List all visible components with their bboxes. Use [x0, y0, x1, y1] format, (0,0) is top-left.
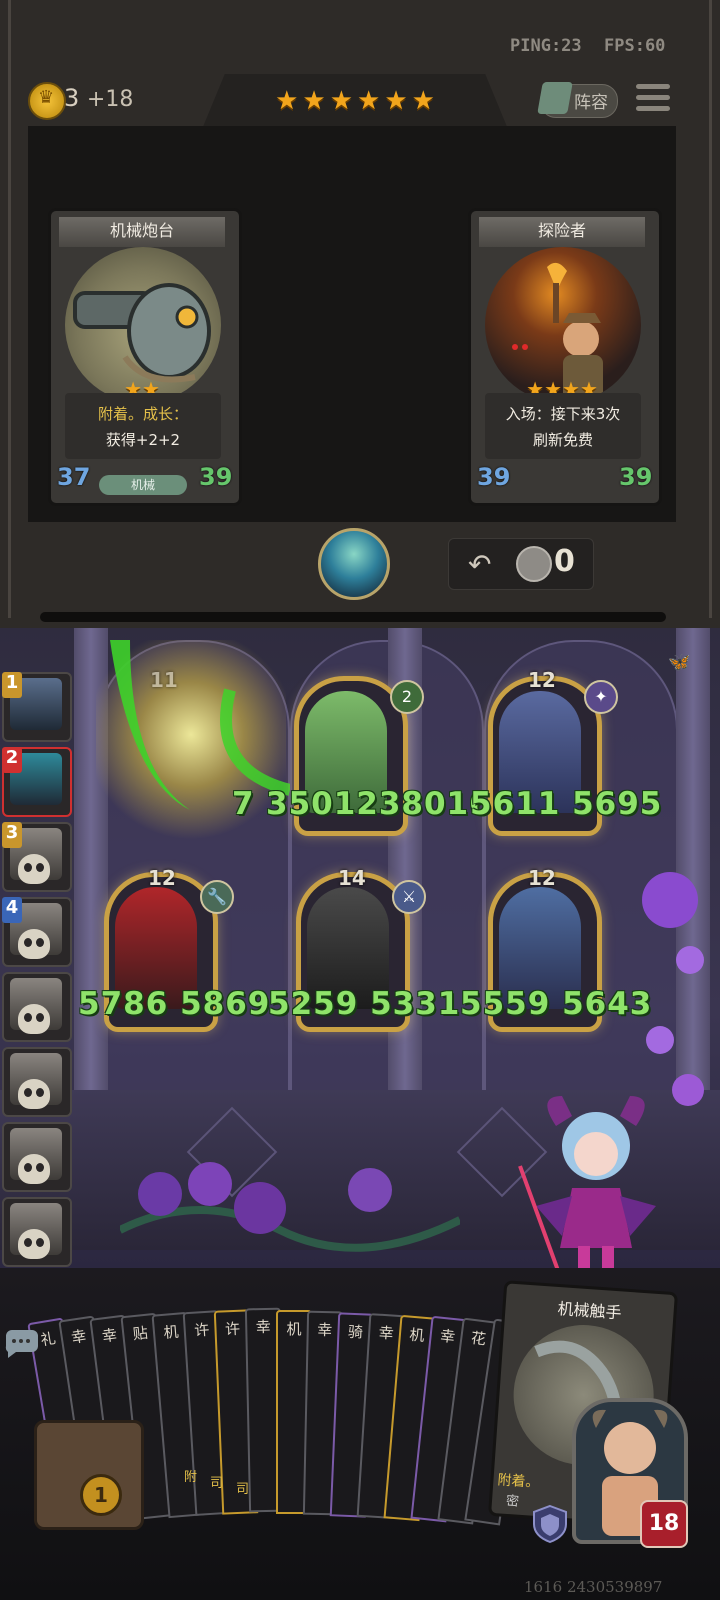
- rank-slot[interactable]: [2, 1122, 72, 1192]
- card-name: 探险者: [537, 221, 586, 240]
- wrench-badge-icon: 🔧: [200, 880, 234, 914]
- lineup-label: 阵容: [574, 93, 608, 113]
- fps-readout: FPS:60: [604, 36, 666, 56]
- rank-slot[interactable]: 3: [2, 822, 72, 892]
- gold-display: 3 +18: [64, 84, 133, 112]
- card-attack: 39: [477, 463, 511, 491]
- tier-star-icon: ★: [302, 86, 326, 116]
- shop-card[interactable]: 探险者 ★★★★ 入场：接下来3次 刷新免费 39 39: [468, 208, 662, 506]
- player-health: 18: [640, 1500, 688, 1548]
- card-health: 39: [199, 463, 233, 491]
- gold-income: +18: [86, 87, 134, 112]
- rank-slot[interactable]: 1: [2, 672, 72, 742]
- damage-number: 5786 5869: [78, 986, 271, 1022]
- card-health: 39: [619, 463, 653, 491]
- star-badge-icon: ✦: [584, 680, 618, 714]
- damage-number: 5559 5643: [460, 986, 653, 1022]
- hand-card-label: 幸: [317, 1320, 333, 1340]
- damage-number: 5611 5695: [470, 786, 663, 822]
- chat-icon[interactable]: [2, 1324, 42, 1360]
- hand-card-label: 幸: [255, 1317, 271, 1337]
- partial-damage-number: 7: [232, 786, 255, 822]
- shield-icon: [533, 1504, 567, 1544]
- skull-icon: [18, 1004, 50, 1034]
- refresh-icon: ↶: [468, 548, 492, 581]
- chest-count-badge: 1: [80, 1474, 122, 1516]
- card-desc-fragment: 密: [505, 1493, 520, 1510]
- minion-level: 12: [148, 866, 176, 890]
- rank-slot[interactable]: [2, 1197, 72, 1267]
- rank-number: 2: [2, 747, 22, 773]
- skull-icon: [18, 1154, 50, 1184]
- panel-divider: [40, 612, 666, 622]
- gold-amount: 3: [64, 84, 80, 112]
- hand-card-fragment: 司: [236, 1482, 250, 1497]
- rank-number: 4: [2, 897, 22, 923]
- rank-number: 1: [2, 672, 22, 698]
- hero-portrait[interactable]: [318, 528, 390, 600]
- card-desc-box: 附着。成长： 获得+2+2: [65, 393, 221, 459]
- minion-level: 12: [528, 668, 556, 692]
- hand-card-label: 机: [286, 1319, 302, 1338]
- minion-tribe-badge: 2: [390, 680, 424, 714]
- lineup-card-icon: [537, 82, 573, 114]
- hand-card-label: 许: [224, 1319, 241, 1338]
- sword-badge-icon: ⚔: [392, 880, 426, 914]
- tier-star-icon: ★: [329, 86, 353, 116]
- hand-card-fragment: 司: [210, 1476, 224, 1491]
- tavern-tier-tab: ★ ★ ★ ★ ★ ★: [200, 74, 510, 134]
- shop-card[interactable]: 机械炮台 ★★ 附着。成长： 获得+2+2 37 机械 39: [48, 208, 242, 506]
- rose-vines: [120, 1162, 460, 1252]
- card-attack: 37: [57, 463, 91, 491]
- damage-number: 3501238016: [266, 786, 492, 822]
- rank-slot[interactable]: [2, 972, 72, 1042]
- damage-number: 5259 5331: [268, 986, 461, 1022]
- minion-level: 12: [528, 866, 556, 890]
- green-slash-effect: [110, 640, 290, 810]
- tavern-tier-stars: ★ ★ ★ ★ ★ ★: [200, 86, 510, 116]
- tier-star-icon: ★: [357, 86, 381, 116]
- card-tribe: 机械: [99, 475, 187, 495]
- skull-icon: [18, 1229, 50, 1259]
- rank-slot[interactable]: [2, 1047, 72, 1117]
- tier-star-icon: ★: [411, 86, 435, 116]
- skull-icon: [18, 1079, 50, 1109]
- rank-slot[interactable]: 2: [2, 747, 72, 817]
- tier-star-icon: ★: [384, 86, 408, 116]
- tier-star-icon: ★: [275, 86, 299, 116]
- card-desc-line1: 入场：接下来3次: [505, 405, 621, 423]
- card-desc-line1: 附着。成长：: [97, 405, 188, 423]
- butterfly-icon: 🦋: [668, 652, 691, 673]
- refresh-cost: 0: [554, 544, 575, 579]
- skull-icon: [18, 929, 50, 959]
- card-desc: 附着。: [496, 1472, 540, 1492]
- gold-crown-icon: [28, 82, 66, 120]
- card-name: 机械炮台: [109, 221, 174, 240]
- opponent-hero-figure: [518, 1096, 656, 1286]
- rank-number: 3: [2, 822, 22, 848]
- footer-id: 1616 2430539897: [524, 1578, 663, 1596]
- minion-level: 11: [150, 668, 178, 692]
- rank-slot[interactable]: 4: [2, 897, 72, 967]
- coin-icon: [516, 546, 552, 582]
- minion-level: 14: [338, 866, 366, 890]
- menu-icon[interactable]: [636, 84, 670, 118]
- card-desc-line2: 获得+2+2: [105, 431, 181, 449]
- hand-card-fragment: 附: [184, 1470, 198, 1485]
- ping-readout: PING:23: [510, 36, 582, 56]
- treasure-chest-icon[interactable]: [34, 1420, 144, 1530]
- skull-icon: [18, 854, 50, 884]
- card-desc-box: 入场：接下来3次 刷新免费: [485, 393, 641, 459]
- card-desc-line2: 刷新免费: [532, 431, 593, 449]
